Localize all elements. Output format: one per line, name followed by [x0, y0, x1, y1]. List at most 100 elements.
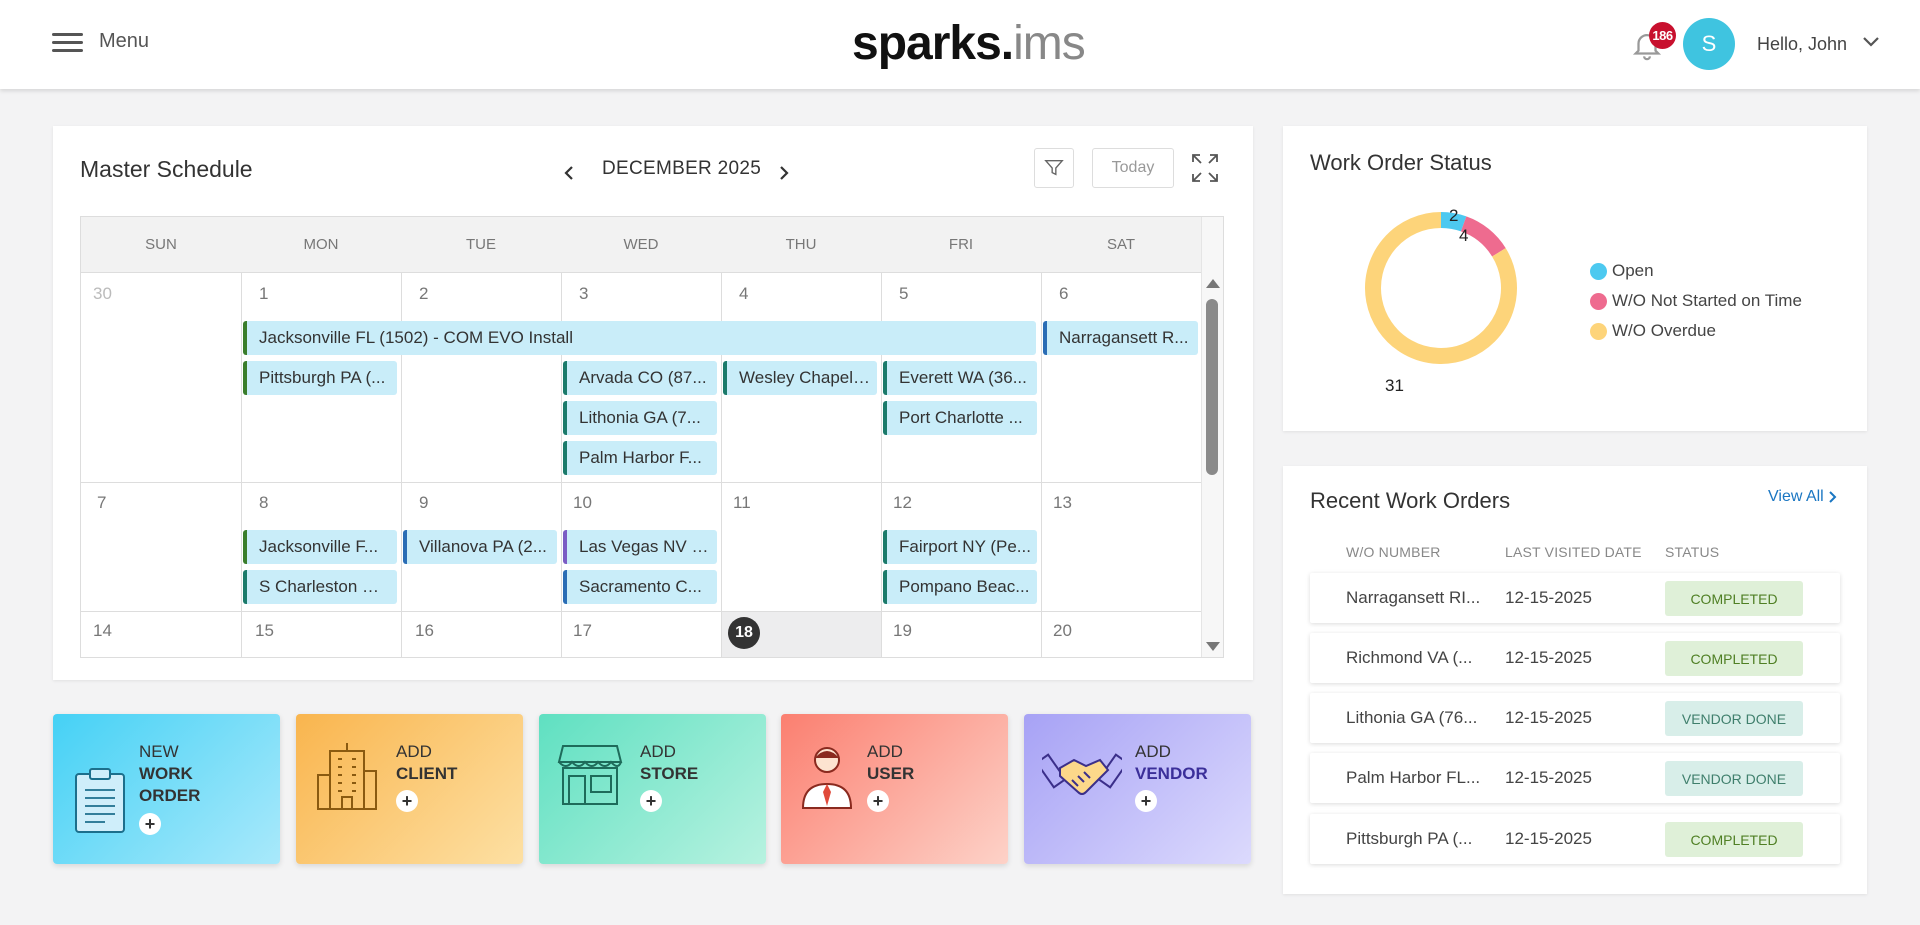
- day-number[interactable]: 8: [259, 493, 268, 513]
- table-row[interactable]: Narragansett RI... 12-15-2025 COMPLETED: [1310, 573, 1840, 623]
- notification-badge[interactable]: 186: [1649, 22, 1676, 49]
- clipboard-icon: [75, 768, 125, 833]
- weekday-thu: THU: [785, 236, 817, 253]
- weekday-header: SUN MON TUE WED THU FRI SAT: [81, 217, 1201, 273]
- status-badge: VENDOR DONE: [1665, 701, 1803, 736]
- plus-icon[interactable]: +: [867, 790, 889, 812]
- day-number[interactable]: 12: [893, 493, 912, 513]
- tile-line2: WORK: [139, 764, 193, 783]
- filter-button[interactable]: [1034, 148, 1074, 188]
- day-number[interactable]: 5: [899, 284, 908, 304]
- day-number[interactable]: 10: [573, 493, 592, 513]
- chevron-right-icon[interactable]: [777, 164, 791, 182]
- column-header: LAST VISITED DATE: [1505, 544, 1642, 560]
- table-row[interactable]: Lithonia GA (76... 12-15-2025 VENDOR DON…: [1310, 693, 1840, 743]
- status-badge: VENDOR DONE: [1665, 761, 1803, 796]
- legend-item-not-started[interactable]: W/O Not Started on Time: [1590, 286, 1802, 316]
- calendar-event[interactable]: Pompano Beac...: [883, 570, 1037, 604]
- tile-line1: ADD: [396, 742, 432, 761]
- add-client-tile[interactable]: ADD CLIENT +: [296, 714, 523, 864]
- day-number[interactable]: 15: [255, 621, 274, 641]
- tile-line1: ADD: [867, 742, 903, 761]
- calendar-event[interactable]: S Charleston W...: [243, 570, 397, 604]
- calendar-event[interactable]: Everett WA (36...: [883, 361, 1037, 395]
- day-number[interactable]: 30: [93, 284, 112, 304]
- donut-value-label: 31: [1385, 376, 1404, 395]
- calendar-grid: SUN MON TUE WED THU FRI SAT 30 1 2 3 4 5…: [80, 216, 1224, 658]
- table-row[interactable]: Pittsburgh PA (... 12-15-2025 COMPLETED: [1310, 814, 1840, 864]
- day-number[interactable]: 11: [733, 493, 751, 513]
- table-row[interactable]: Richmond VA (... 12-15-2025 COMPLETED: [1310, 633, 1840, 683]
- calendar-event[interactable]: Port Charlotte ...: [883, 401, 1037, 435]
- day-number[interactable]: 17: [573, 621, 592, 641]
- wo-date: 12-15-2025: [1505, 829, 1592, 848]
- day-number[interactable]: 20: [1053, 621, 1072, 641]
- add-vendor-tile[interactable]: ADD VENDOR +: [1024, 714, 1251, 864]
- scroll-down-arrow-icon[interactable]: [1206, 642, 1220, 651]
- day-number[interactable]: 4: [739, 284, 748, 304]
- donut-value-label: 4: [1459, 226, 1469, 245]
- add-store-tile[interactable]: ADD STORE +: [539, 714, 766, 864]
- calendar-event[interactable]: Sacramento C...: [563, 570, 717, 604]
- calendar-event[interactable]: Palm Harbor F...: [563, 441, 717, 475]
- legend-label: W/O Not Started on Time: [1612, 291, 1802, 310]
- table-row[interactable]: Palm Harbor FL... 12-15-2025 VENDOR DONE: [1310, 753, 1840, 803]
- day-number[interactable]: 2: [419, 284, 428, 304]
- today-date-marker[interactable]: 18: [728, 617, 760, 649]
- weekday-mon: MON: [303, 236, 339, 253]
- calendar-event[interactable]: Arvada CO (87...: [563, 361, 717, 395]
- view-all-link[interactable]: View All: [1768, 488, 1838, 506]
- grid-line: [1041, 273, 1042, 657]
- menu-button[interactable]: Menu: [52, 30, 149, 53]
- tile-line1: NEW: [139, 742, 179, 761]
- day-number[interactable]: 19: [893, 621, 912, 641]
- today-button[interactable]: Today: [1092, 148, 1174, 188]
- legend-item-open[interactable]: Open: [1590, 256, 1802, 286]
- chevron-down-icon[interactable]: [1862, 36, 1880, 48]
- legend-item-overdue[interactable]: W/O Overdue: [1590, 316, 1802, 346]
- wo-number: Richmond VA (...: [1346, 648, 1473, 667]
- calendar-event[interactable]: Jacksonville FL (1502) - COM EVO Install: [243, 321, 1036, 355]
- donut-slice-w-o-not-started-on-time[interactable]: [1460, 216, 1506, 257]
- calendar-event[interactable]: Jacksonville F...: [243, 530, 397, 564]
- day-number[interactable]: 6: [1059, 284, 1068, 304]
- day-number[interactable]: 3: [579, 284, 588, 304]
- calendar-event[interactable]: Lithonia GA (7...: [563, 401, 717, 435]
- work-order-status-title: Work Order Status: [1310, 150, 1492, 175]
- plus-icon[interactable]: +: [1135, 790, 1157, 812]
- calendar-event[interactable]: Wesley Chapel ...: [723, 361, 877, 395]
- expand-icon[interactable]: [1190, 152, 1220, 184]
- add-user-tile[interactable]: ADD USER +: [781, 714, 1008, 864]
- view-all-label: View All: [1768, 488, 1824, 505]
- plus-icon[interactable]: +: [640, 790, 662, 812]
- avatar[interactable]: S: [1683, 18, 1735, 70]
- plus-icon[interactable]: +: [139, 813, 161, 835]
- chevron-left-icon[interactable]: [562, 164, 576, 182]
- calendar-event[interactable]: Las Vegas NV (...: [563, 530, 717, 564]
- calendar-event[interactable]: Narragansett R...: [1043, 321, 1198, 355]
- scroll-up-arrow-icon[interactable]: [1206, 279, 1220, 288]
- calendar-event[interactable]: Pittsburgh PA (...: [243, 361, 397, 395]
- schedule-title: Master Schedule: [80, 156, 253, 182]
- day-number[interactable]: 14: [93, 621, 112, 641]
- day-number[interactable]: 9: [419, 493, 428, 513]
- day-number[interactable]: 1: [259, 284, 268, 304]
- legend-swatch: [1590, 262, 1607, 280]
- wo-number: Narragansett RI...: [1346, 588, 1481, 607]
- donut-value-label: 2: [1449, 206, 1459, 225]
- plus-icon[interactable]: +: [396, 790, 418, 812]
- calendar-event[interactable]: Villanova PA (2...: [403, 530, 557, 564]
- calendar-event[interactable]: Fairport NY (Pe...: [883, 530, 1037, 564]
- wo-date: 12-15-2025: [1505, 708, 1592, 727]
- wo-number: Pittsburgh PA (...: [1346, 829, 1473, 848]
- wo-number: Palm Harbor FL...: [1346, 768, 1481, 787]
- user-greeting[interactable]: Hello, John: [1757, 34, 1847, 55]
- new-work-order-tile[interactable]: NEW WORK ORDER +: [53, 714, 280, 864]
- scrollbar-thumb[interactable]: [1206, 299, 1218, 475]
- work-order-status-card: Work Order Status 2 4 31 Open W/O Not St…: [1283, 126, 1867, 431]
- logo-light-text: ims: [1013, 17, 1086, 70]
- day-number[interactable]: 13: [1053, 493, 1072, 513]
- day-number[interactable]: 16: [415, 621, 434, 641]
- app-logo[interactable]: sparks.ims: [852, 16, 1086, 71]
- day-number[interactable]: 7: [97, 493, 106, 513]
